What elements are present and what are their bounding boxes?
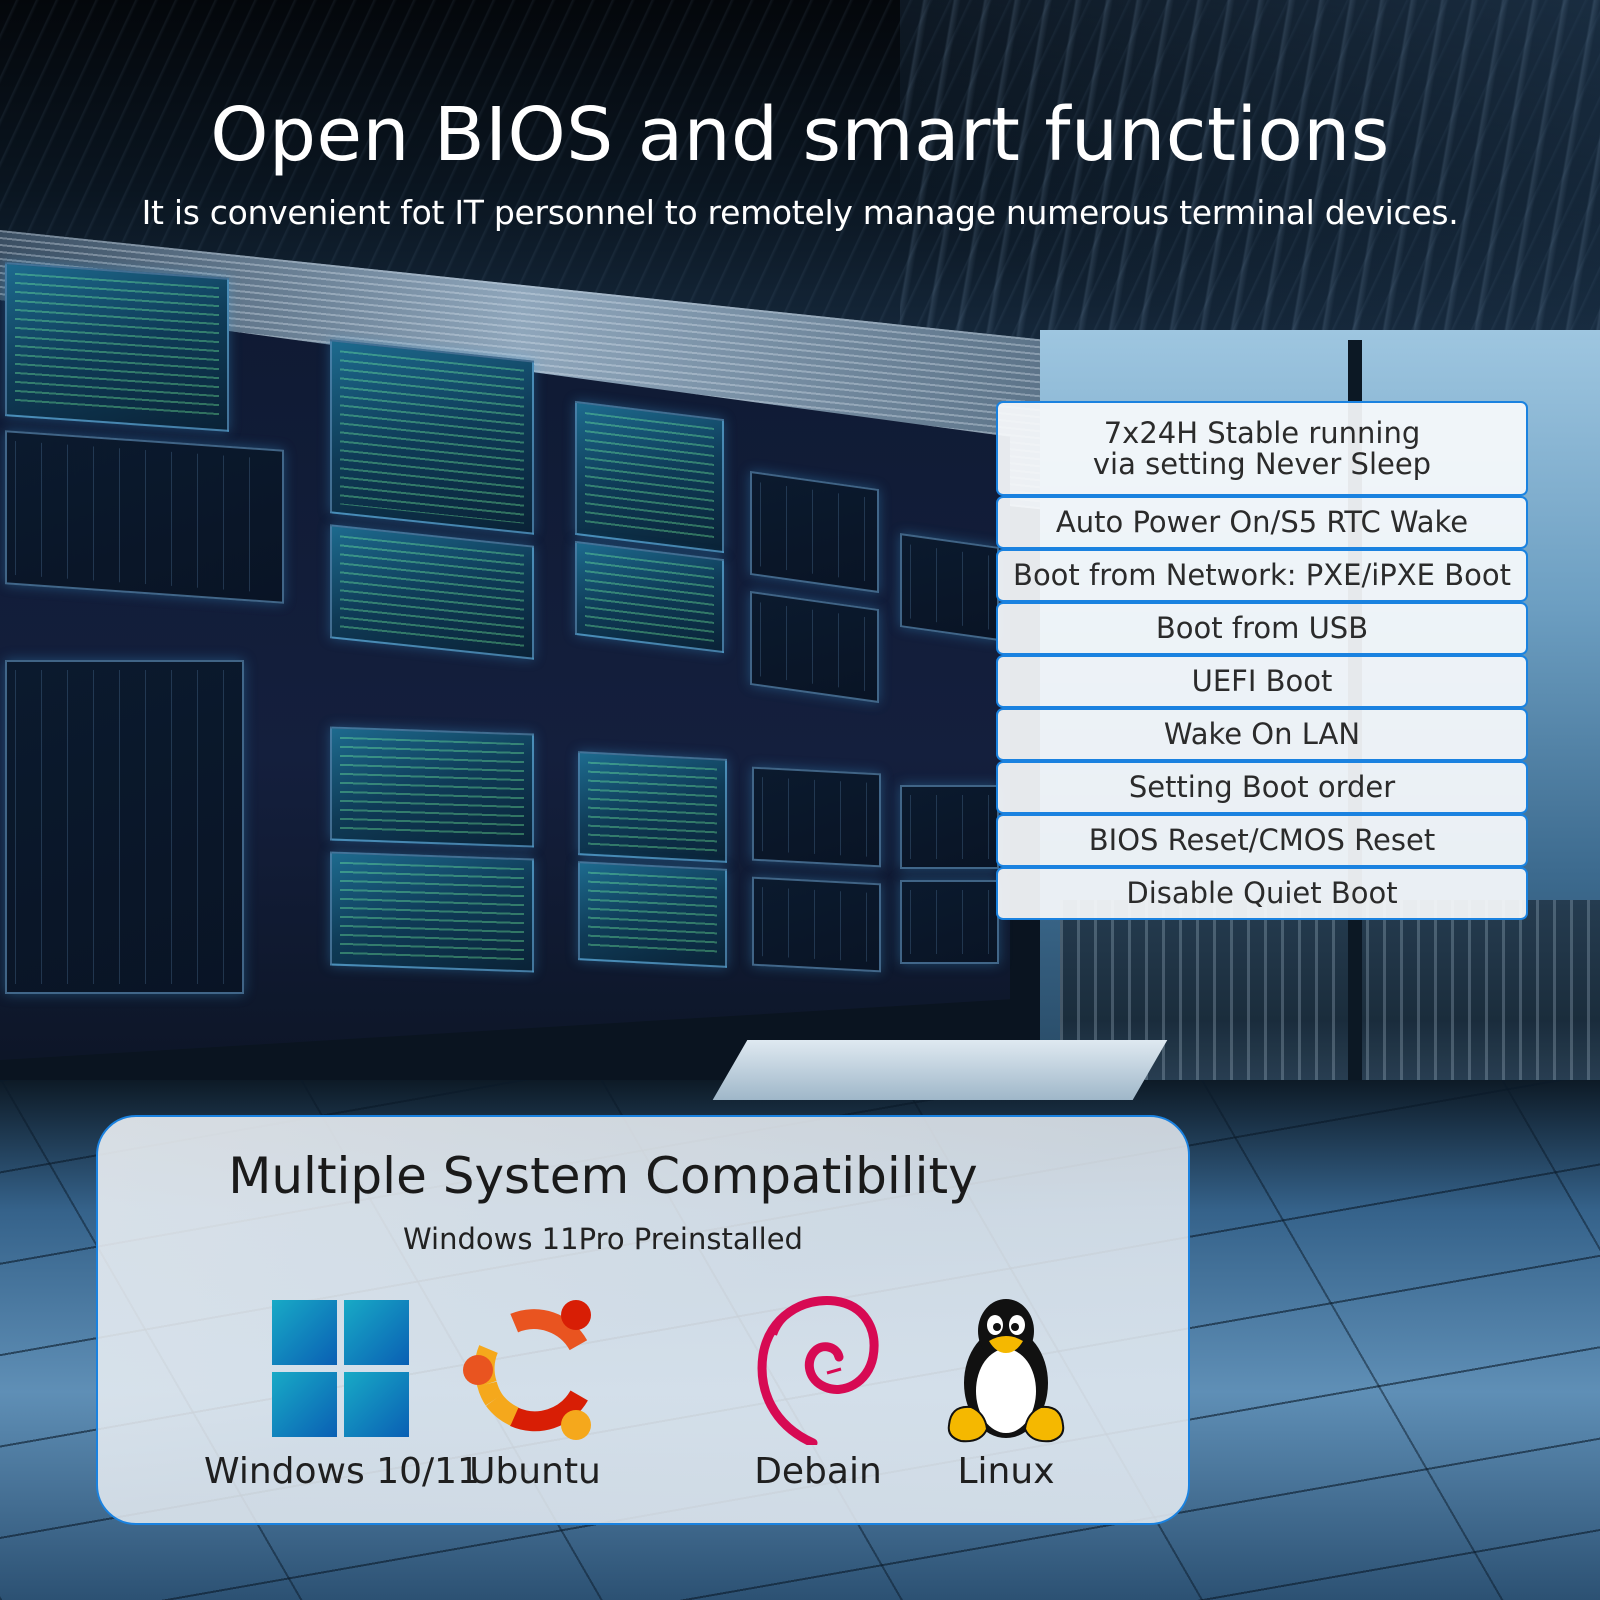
compatibility-title: Multiple System Compatibility [228,1147,978,1205]
monitor-screen [575,540,724,654]
monitor-screen [900,785,999,869]
feature-item: Wake On LAN [996,708,1528,761]
linux-tux-icon [947,1299,1065,1443]
os-label: Linux [957,1451,1055,1492]
feature-item: BIOS Reset/CMOS Reset [996,814,1528,867]
monitor-screen [330,726,534,848]
monitor-screen [900,880,999,964]
windows-logo-icon [272,1300,409,1437]
monitor-screen [5,660,244,994]
monitor-screen [5,430,284,604]
feature-label: BIOS Reset/CMOS Reset [1088,823,1436,858]
monitor-screen [578,751,727,863]
debian-logo-icon [757,1296,879,1445]
feature-item: Boot from Network: PXE/iPXE Boot [996,549,1528,602]
monitor-screen [330,851,534,973]
compatibility-panel: Multiple System Compatibility Windows 11… [96,1115,1190,1525]
feature-item: UEFI Boot [996,655,1528,708]
page-subtitle: It is convenient fot IT personnel to rem… [141,193,1459,232]
desk [712,1040,1168,1100]
monitor-screen [575,400,724,554]
feature-label: UEFI Boot [1191,664,1333,699]
monitor-screen [578,861,727,968]
monitor-screen [750,470,879,594]
os-item-linux: Linux [906,1295,1106,1492]
page-title: Open BIOS and smart functions [210,92,1390,178]
feature-item: Disable Quiet Boot [996,867,1528,920]
os-item-ubuntu: Ubuntu [435,1295,635,1492]
os-item-debian: Debain [718,1295,918,1492]
monitor-screen [752,876,881,973]
feature-item: Boot from USB [996,602,1528,655]
feature-label: Setting Boot order [1128,770,1396,805]
monitor-screen [5,262,229,432]
monitor-screen [330,524,534,660]
monitor-screen [330,339,534,535]
os-label: Debain [754,1451,882,1492]
feature-item: Setting Boot order [996,761,1528,814]
monitor-screen [750,590,879,704]
monitor-screen [752,766,881,868]
bios-feature-list: 7x24H Stable running via setting Never S… [996,401,1528,920]
compatibility-subtitle: Windows 11Pro Preinstalled [403,1222,803,1256]
os-label: Ubuntu [469,1451,601,1492]
feature-item: 7x24H Stable running via setting Never S… [996,401,1528,496]
feature-label: Disable Quiet Boot [1126,876,1398,911]
feature-item: Auto Power On/S5 RTC Wake [996,496,1528,549]
feature-label: Auto Power On/S5 RTC Wake [1055,505,1469,540]
feature-label: Boot from Network: PXE/iPXE Boot [1013,558,1511,593]
ubuntu-logo-icon [463,1300,591,1440]
monitor-screen [900,533,999,641]
feature-label-line2: via setting Never Sleep [1092,446,1432,481]
feature-label: Wake On LAN [1163,717,1361,752]
feature-label-line1: 7x24H Stable running [1103,416,1421,451]
feature-label: Boot from USB [1155,611,1369,646]
